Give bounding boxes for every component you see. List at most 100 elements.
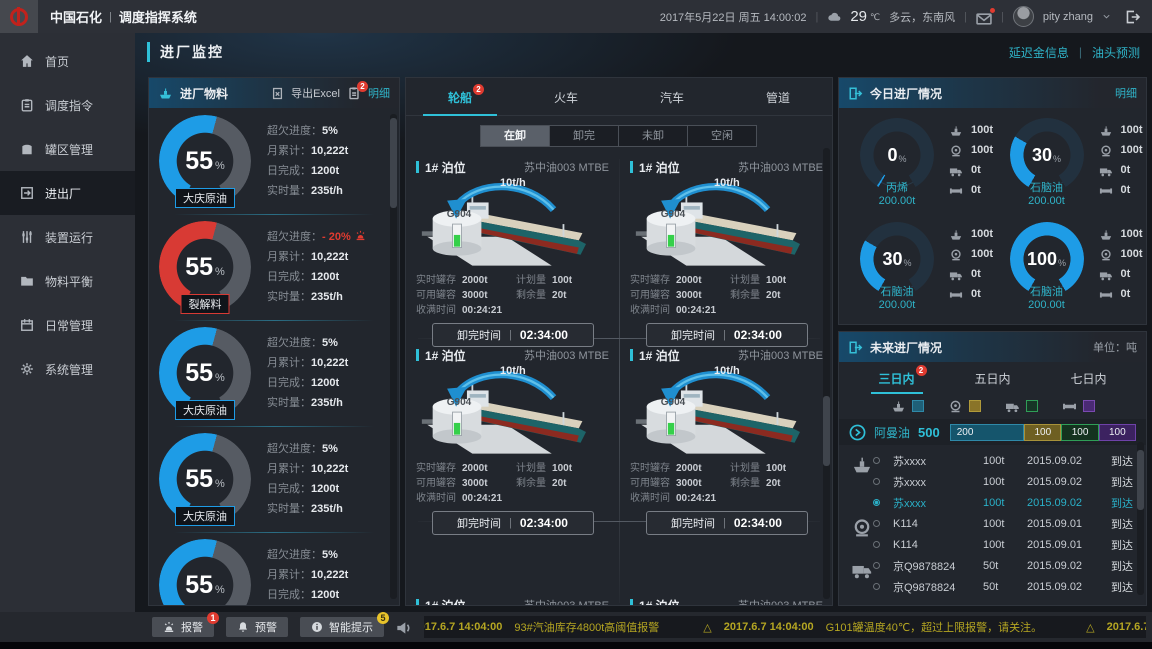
materials-detail-link[interactable]: 明细 — [368, 85, 390, 101]
today-gauge-cell: 30% 石脑油 200.00t 100t 100t 0t 0t — [845, 216, 995, 320]
tab-badge: 2 — [916, 365, 927, 376]
sidebar-item-home[interactable]: 首页 — [0, 39, 135, 83]
ship-tank-illustration — [416, 179, 609, 271]
truck-icon — [851, 559, 873, 572]
tank-id: G904 — [652, 397, 694, 408]
stacked-bar: 200 100 100 100 — [950, 424, 1136, 441]
vessel-name: 苏中油003 MTBE — [738, 347, 823, 363]
user-avatar[interactable] — [1013, 6, 1034, 27]
table-row[interactable]: K114100t2015.09.01到达 — [839, 534, 1146, 555]
sidebar-item-in-out-factory[interactable]: 进出厂 — [0, 171, 135, 215]
summary-total: 500 — [918, 425, 940, 440]
expand-icon[interactable] — [849, 424, 866, 441]
ship-tank-illustration — [630, 179, 823, 271]
train-icon — [1099, 248, 1113, 260]
alarm-button[interactable]: 报警1 — [152, 617, 214, 637]
temperature-unit: ℃ — [870, 12, 880, 23]
flow-rate: 10t/h — [500, 177, 526, 189]
ship-icon — [949, 124, 963, 136]
gauge-amount: 200.00t — [997, 299, 1097, 311]
vessels-scrollbar[interactable] — [823, 396, 830, 466]
top-bar: 中国石化 | 调度指挥系统 2017年5月22日 周五 14:00:02 | 2… — [0, 0, 1152, 33]
truck-icon — [1099, 164, 1113, 176]
tab-pipeline[interactable]: 管道 — [725, 89, 831, 115]
berth-title: 1# 泊位 — [425, 347, 466, 364]
transport-tabs: 轮船2 火车 汽车 管道 — [406, 78, 832, 116]
smart-tips-button[interactable]: 智能提示5 — [300, 617, 384, 637]
report-icon[interactable]: 2 — [347, 86, 361, 100]
info-icon — [311, 621, 323, 633]
table-row[interactable]: 苏xxxx100t2015.09.02到达 — [839, 471, 1146, 492]
table-row[interactable]: 苏xxxx100t2015.09.02到达 — [839, 450, 1146, 471]
material-name-badge: 大庆原油 — [175, 506, 235, 526]
timeline-dot — [873, 520, 880, 527]
summary-material-name: 阿曼油 — [874, 424, 910, 441]
today-detail-link[interactable]: 明细 — [1115, 85, 1137, 101]
pipeline-icon — [1062, 399, 1077, 412]
alert-message: △2017.6.7 14:04:00G101罐温度40℃，超过上限报警，请关注。 — [703, 619, 1042, 635]
brand-divider: | — [109, 11, 112, 23]
user-name[interactable]: pity zhang — [1043, 11, 1093, 23]
sidebar-item-dispatch-orders[interactable]: 调度指令 — [0, 83, 135, 127]
unload-time-button[interactable]: 卸完时间|02:34:00 — [646, 511, 808, 535]
unload-time-button[interactable]: 卸完时间|02:34:00 — [432, 511, 594, 535]
sidebar-item-daily-management[interactable]: 日常管理 — [0, 303, 135, 347]
speaker-icon[interactable] — [396, 620, 412, 634]
app-title: 中国石化 | 调度指挥系统 — [50, 7, 197, 26]
export-excel-button[interactable]: 导出Excel — [291, 85, 340, 101]
warning-triangle-icon: △ — [1086, 621, 1094, 634]
warning-button[interactable]: 预警 — [226, 617, 288, 637]
train-icon — [949, 248, 963, 260]
material-gauge: 55% 大庆原油 — [159, 327, 251, 419]
bell-icon — [237, 621, 249, 633]
ship-legend-swatch — [912, 400, 924, 412]
table-row[interactable]: 京Q987882450t2015.09.02到达 — [839, 555, 1146, 576]
timeline-dot — [873, 562, 880, 569]
tab-7-days[interactable]: 七日内 — [1041, 370, 1137, 394]
gauge-material-name: 石脑油 — [997, 179, 1097, 195]
materials-scrollbar[interactable] — [390, 118, 397, 208]
table-row-selected[interactable]: 苏xxxx100t2015.09.02到达 — [839, 492, 1146, 513]
today-gauge-cell: 30% 石脑油 200.00t 100t 100t 0t 0t — [995, 112, 1145, 216]
sidebar-item-tank-farm[interactable]: 罐区管理 — [0, 127, 135, 171]
material-gauge: 55% 大庆原油 — [159, 539, 251, 606]
tab-truck[interactable]: 汽车 — [619, 89, 725, 115]
berth-card: 1# 泊位苏中油003 MTBE — [406, 593, 619, 606]
oil-head-forecast-link[interactable]: 油头预测 — [1092, 44, 1140, 61]
bar-segment-ship: 200 — [950, 424, 1025, 441]
sidebar-item-system-management[interactable]: 系统管理 — [0, 347, 135, 391]
alert-message: △2017.6.7 14:04:0093#汽油库存4800t高阈值报警 — [424, 619, 659, 635]
logout-icon[interactable] — [1124, 9, 1140, 25]
tab-ship[interactable]: 轮船2 — [407, 89, 513, 115]
bar-segment-pipeline: 100 — [1099, 424, 1136, 441]
tab-5-days[interactable]: 五日内 — [945, 370, 1041, 394]
tab-train[interactable]: 火车 — [513, 89, 619, 115]
berth-title: 1# 泊位 — [425, 159, 466, 176]
chevron-down-icon[interactable] — [1102, 12, 1111, 21]
table-row[interactable]: 京Q987882450t2015.09.02到达 — [839, 576, 1146, 597]
status-tab-unloaded[interactable]: 卸完 — [549, 125, 619, 147]
future-scrollbar[interactable] — [1137, 450, 1144, 510]
material-row: 55% 裂解料 超欠进度：- 20% 月累计：10,222t 日完成：1200t… — [149, 214, 399, 320]
ship-icon — [1099, 124, 1113, 136]
table-row[interactable]: K114100t2015.09.01到达 — [839, 513, 1146, 534]
train-icon — [1099, 144, 1113, 156]
delay-fee-link[interactable]: 延迟金信息 — [1009, 44, 1069, 61]
tank-id: G904 — [438, 397, 480, 408]
datetime: 2017年5月22日 周五 14:00:02 — [660, 9, 807, 25]
system-name: 调度指挥系统 — [119, 7, 197, 26]
truck-icon — [949, 268, 963, 280]
status-tab-unloading[interactable]: 在卸 — [480, 125, 550, 147]
status-tab-idle[interactable]: 空闲 — [687, 125, 757, 147]
ship-icon — [949, 228, 963, 240]
berth-scene: 10t/h G904 — [630, 367, 823, 459]
sidebar-item-material-balance[interactable]: 物料平衡 — [0, 259, 135, 303]
tab-3-days[interactable]: 三日内2 — [849, 370, 945, 394]
status-tab-not-unloaded[interactable]: 未卸 — [618, 125, 688, 147]
mail-icon[interactable] — [976, 11, 992, 23]
sidebar-item-unit-operation[interactable]: 装置运行 — [0, 215, 135, 259]
bottom-strip — [0, 642, 1152, 649]
bar-segment-truck: 100 — [1061, 424, 1098, 441]
ship-icon — [158, 86, 173, 101]
mail-notification-dot — [990, 8, 995, 13]
